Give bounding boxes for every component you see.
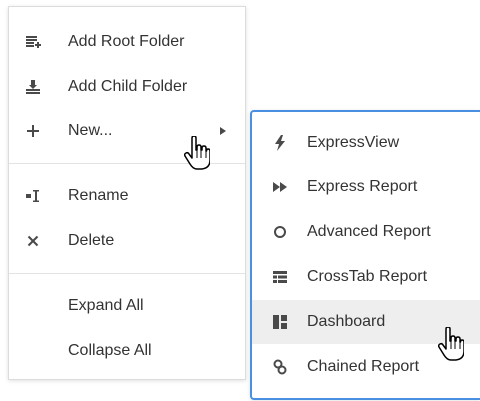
context-menu: Add Root Folder Add Child Folder New... … — [8, 6, 246, 380]
submenu-item-label: Advanced Report — [307, 223, 431, 240]
menu-item-label: New... — [68, 122, 113, 139]
submenu-item-advanced-report[interactable]: Advanced Report — [252, 210, 480, 254]
add-child-folder-icon — [25, 79, 41, 95]
new-submenu: ExpressView Express Report Advanced Repo… — [250, 110, 480, 400]
submenu-item-label: ExpressView — [307, 134, 400, 151]
submenu-item-crosstab-report[interactable]: CrossTab Report — [252, 255, 480, 299]
menu-item-label: Rename — [68, 187, 129, 204]
submenu-item-dashboard[interactable]: Dashboard — [252, 300, 480, 344]
menu-item-label: Expand All — [68, 297, 144, 314]
menu-item-label: Delete — [68, 232, 115, 249]
submenu-item-label: Chained Report — [307, 358, 420, 375]
submenu-item-label: CrossTab Report — [307, 268, 428, 285]
page: Add Root Folder Add Child Folder New... … — [0, 0, 480, 401]
menu-item-collapse-all[interactable]: Collapse All — [9, 333, 245, 369]
submenu-item-label: Express Report — [307, 178, 418, 195]
menu-divider — [9, 273, 245, 274]
fast-forward-icon — [272, 179, 288, 195]
menu-item-expand-all[interactable]: Expand All — [9, 288, 245, 324]
chain-icon — [272, 359, 288, 375]
menu-item-label: Collapse All — [68, 342, 152, 359]
submenu-item-expressview[interactable]: ExpressView — [252, 121, 480, 165]
menu-item-add-child-folder[interactable]: Add Child Folder — [9, 69, 245, 105]
menu-item-new[interactable]: New... — [9, 113, 245, 149]
add-root-folder-icon — [25, 34, 41, 50]
lightning-icon — [272, 135, 288, 151]
plus-icon — [25, 123, 41, 139]
menu-divider — [9, 163, 245, 164]
close-icon — [25, 233, 41, 249]
circle-icon — [272, 224, 288, 240]
menu-item-delete[interactable]: Delete — [9, 223, 245, 259]
submenu-arrow-icon — [220, 127, 226, 135]
menu-item-label: Add Root Folder — [68, 33, 185, 50]
dashboard-icon — [272, 314, 288, 330]
menu-item-label: Add Child Folder — [68, 78, 188, 95]
submenu-item-express-report[interactable]: Express Report — [252, 165, 480, 209]
submenu-item-chained-report[interactable]: Chained Report — [252, 345, 480, 389]
crosstab-icon — [272, 269, 288, 285]
menu-item-rename[interactable]: Rename — [9, 178, 245, 214]
menu-item-add-root-folder[interactable]: Add Root Folder — [9, 24, 245, 60]
submenu-item-label: Dashboard — [307, 313, 386, 330]
rename-icon — [25, 188, 41, 204]
